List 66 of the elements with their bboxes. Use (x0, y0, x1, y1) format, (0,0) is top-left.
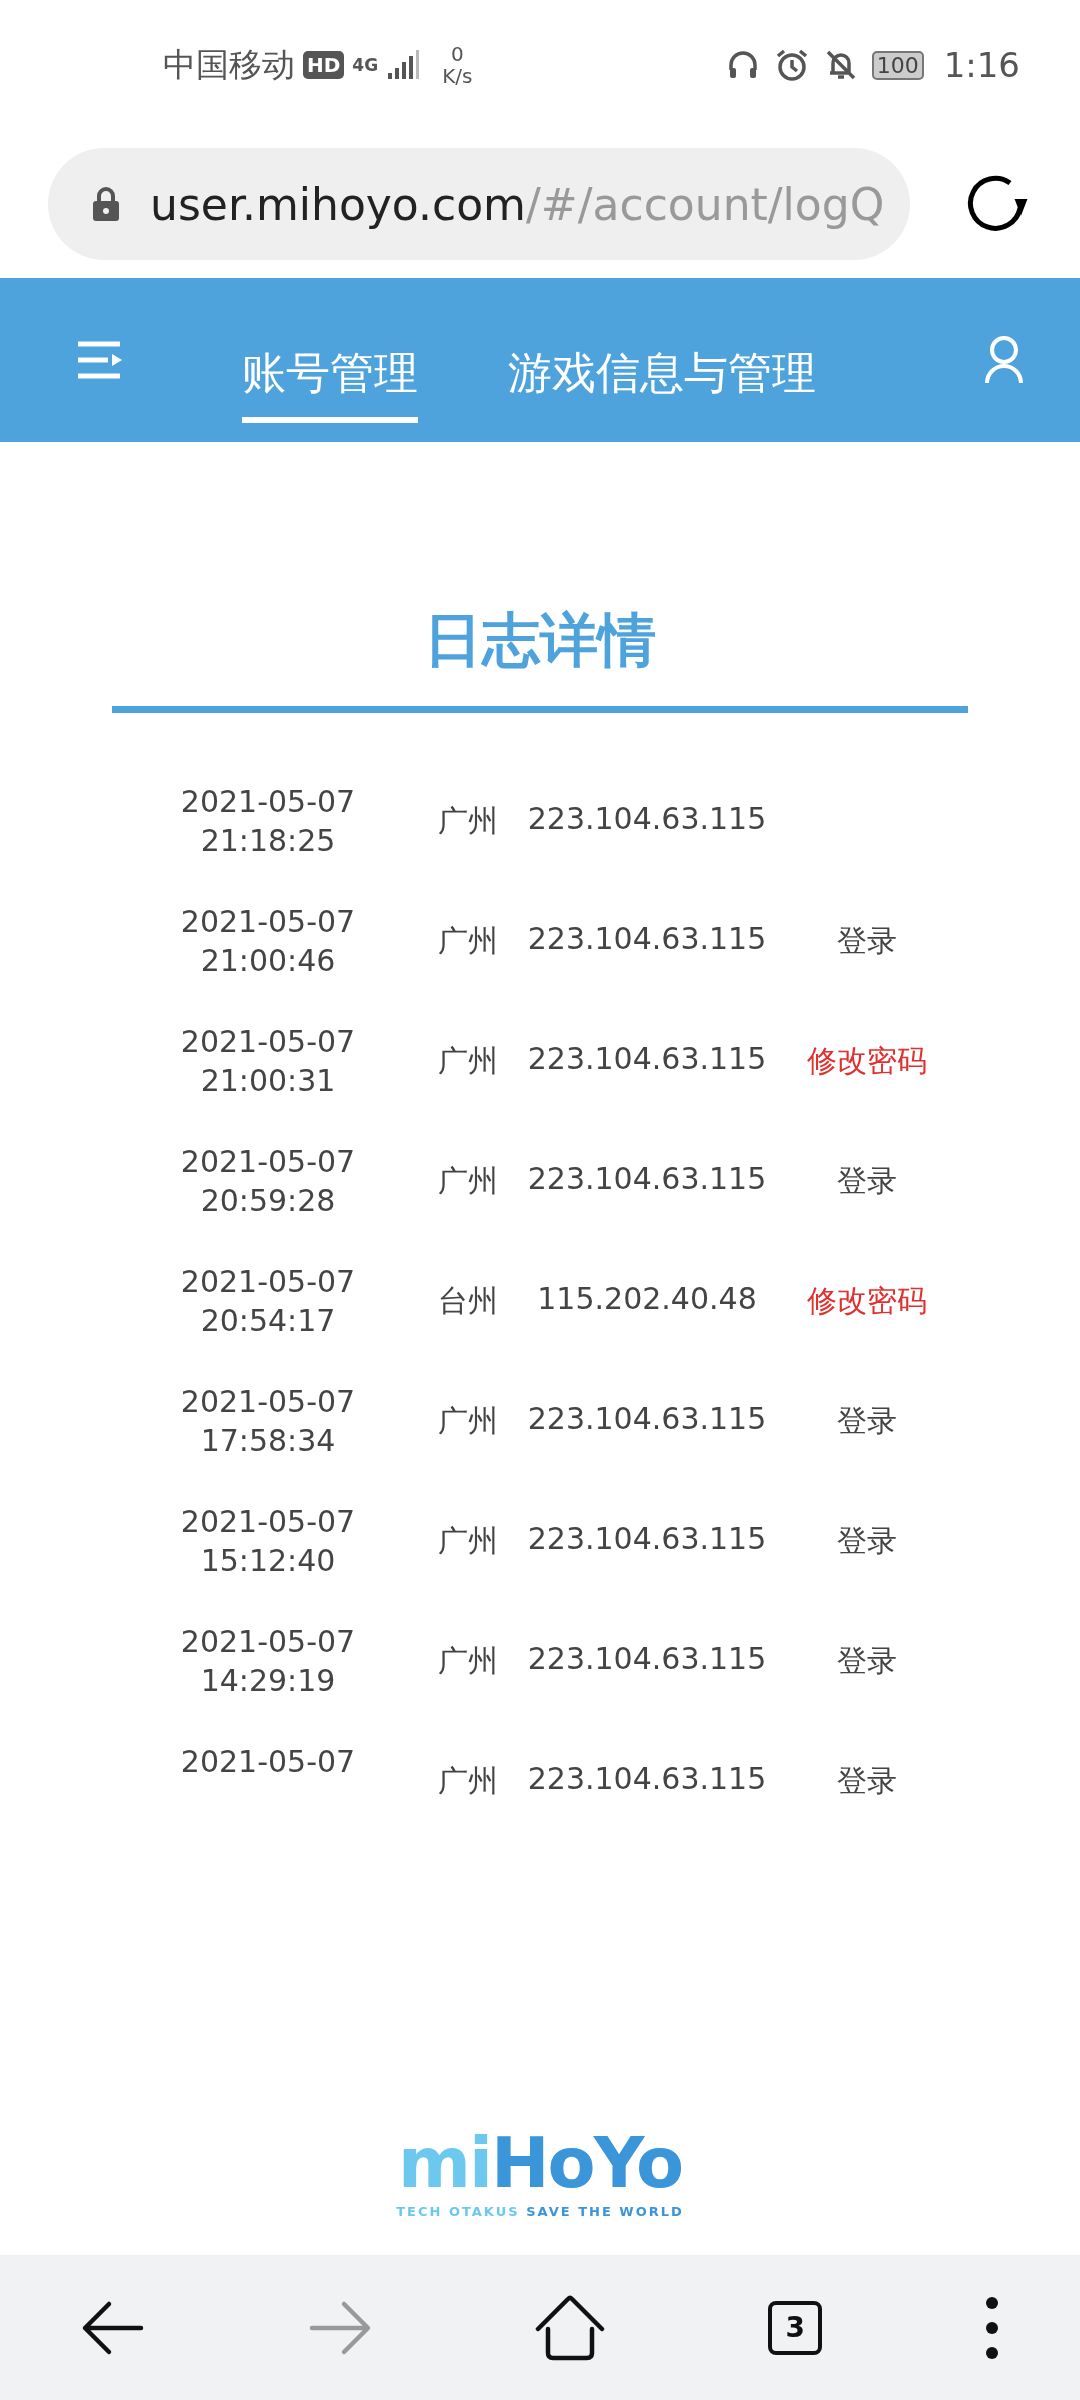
log-time: 17:58:34 (200, 1422, 336, 1460)
network-type: 4G (352, 55, 379, 75)
home-icon (533, 2294, 606, 2361)
log-ip: 223.104.63.115 (527, 1160, 767, 1196)
log-location: 广州 (437, 921, 499, 960)
log-location: 台州 (437, 1281, 499, 1320)
signal-icon (386, 49, 421, 81)
log-ip: 223.104.63.115 (527, 1640, 767, 1676)
user-icon (984, 335, 1024, 385)
log-ip: 115.202.40.48 (537, 1280, 757, 1316)
log-time: 20:54:17 (200, 1302, 336, 1340)
logo-wordmark: miHoYo (398, 2128, 682, 2198)
more-icon (984, 2295, 999, 2360)
log-date: 2021-05-07 (180, 1263, 356, 1301)
log-location: 广州 (437, 1761, 499, 1800)
log-time: 14:29:19 (200, 1662, 336, 1700)
log-time: 15:12:40 (200, 1542, 336, 1580)
log-time: 21:18:25 (200, 822, 336, 860)
log-time: 21:00:46 (200, 942, 336, 980)
speed-value: 0 (450, 43, 464, 65)
speed-unit: K/s (442, 65, 473, 87)
menu-button[interactable] (76, 340, 124, 380)
log-action: 修改密码 (807, 1281, 927, 1320)
log-location: 广州 (437, 1641, 499, 1680)
log-date: 2021-05-07 (180, 1383, 356, 1421)
log-action: 登录 (837, 1521, 897, 1560)
log-time: 20:59:28 (200, 1182, 336, 1220)
clock-time: 1:16 (943, 45, 1020, 85)
tab-count-button[interactable]: 3 (768, 2300, 823, 2355)
log-action: 登录 (837, 1161, 897, 1200)
home-button[interactable] (533, 2294, 606, 2361)
log-action: 登录 (837, 1761, 897, 1800)
address-field[interactable]: user.mihoyo.com/#/account/logQ (48, 148, 910, 260)
log-date: 2021-05-07 (180, 1023, 356, 1061)
carrier-name: 中国移动 (163, 43, 295, 86)
menu-icon (76, 340, 124, 380)
log-ip: 223.104.63.115 (527, 1040, 767, 1076)
log-date: 2021-05-07 (180, 1623, 356, 1661)
log-action: 修改密码 (807, 1041, 927, 1080)
battery-level: 100 (871, 50, 924, 80)
hd-badge: HD (303, 51, 345, 79)
log-date: 2021-05-07 (180, 783, 356, 821)
log-location: 广州 (437, 1401, 499, 1440)
log-action: 登录 (837, 921, 897, 960)
log-location: 广州 (437, 801, 499, 840)
log-date: 2021-05-07 (180, 903, 356, 941)
log-time: 21:00:31 (200, 1062, 336, 1100)
more-button[interactable] (984, 2295, 999, 2360)
log-action: 登录 (837, 1401, 897, 1440)
log-ip: 223.104.63.115 (527, 1760, 767, 1796)
log-ip: 223.104.63.115 (527, 800, 767, 836)
log-action: 登录 (837, 1641, 897, 1680)
log-date: 2021-05-07 (180, 1503, 356, 1541)
log-location: 广州 (437, 1521, 499, 1560)
lock-icon (92, 186, 120, 222)
account-button[interactable] (984, 335, 1024, 385)
log-ip: 223.104.63.115 (527, 1520, 767, 1556)
log-location: 广州 (437, 1041, 499, 1080)
url-text: user.mihoyo.com/#/account/logQ (150, 178, 885, 230)
log-location: 广州 (437, 1161, 499, 1200)
log-date: 2021-05-07 (180, 1743, 356, 1781)
log-ip: 223.104.63.115 (527, 920, 767, 956)
log-date: 2021-05-07 (180, 1143, 356, 1181)
logo-tagline: TECH OTAKUS SAVE THE WORLD (396, 2204, 684, 2219)
page-title: 日志详情 (424, 605, 656, 676)
log-ip: 223.104.63.115 (527, 1400, 767, 1436)
